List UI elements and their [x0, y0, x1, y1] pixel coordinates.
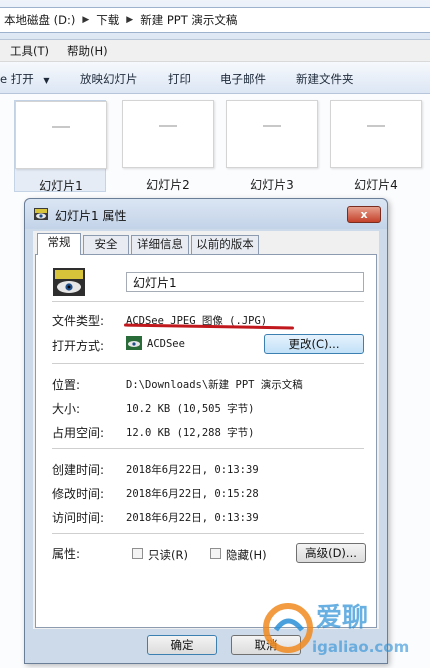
slideshow-button[interactable]: 放映幻灯片 [80, 71, 138, 87]
thumbnail-caption: 幻灯片2 [146, 178, 190, 192]
modified-label: 修改时间: [52, 487, 105, 501]
open-with-label: 打开方式: [52, 339, 105, 353]
slide-thumbnail-image [122, 100, 214, 168]
dialog-titlebar[interactable]: 幻灯片1 属性 x [25, 199, 387, 229]
acdsee-eye-icon [34, 208, 48, 220]
accessed-label: 访问时间: [52, 511, 105, 525]
email-button[interactable]: 电子邮件 [220, 71, 266, 87]
hidden-label[interactable]: 隐藏(H) [226, 547, 267, 563]
svg-text:爱聊: 爱聊 [316, 603, 368, 633]
divider [52, 533, 364, 534]
slide-thumbnail-image [330, 100, 422, 168]
disk-size-label: 占用空间: [52, 426, 105, 440]
disk-size-value: 12.0 KB (12,288 字节) [126, 427, 255, 439]
address-bar: 本地磁盘 (D:) ▶ 下载 ▶ 新建 PPT 演示文稿 [0, 0, 430, 40]
size-label: 大小: [52, 402, 81, 416]
svg-text:igaliao.com: igaliao.com [312, 638, 409, 656]
acdsee-file-icon [53, 268, 85, 296]
close-button[interactable]: x [347, 206, 381, 223]
print-button[interactable]: 打印 [168, 71, 191, 87]
accessed-value: 2018年6月22日, 0:13:39 [126, 512, 259, 524]
general-tab-panel: 文件类型: ACDSee JPEG 图像 (.JPG) 打开方式: ACDSee… [35, 254, 377, 628]
location-value: D:\Downloads\新建 PPT 演示文稿 [126, 379, 303, 391]
address-segment[interactable]: 新建 PPT 演示文稿 [140, 12, 237, 28]
divider [52, 363, 364, 364]
slide-thumbnail-image [226, 100, 318, 168]
created-label: 创建时间: [52, 463, 105, 477]
command-toolbar: e 打开 ▼ 放映幻灯片 打印 电子邮件 新建文件夹 [0, 62, 430, 94]
open-with-value: ACDSee [147, 338, 185, 350]
address-box[interactable]: 本地磁盘 (D:) ▶ 下载 ▶ 新建 PPT 演示文稿 [0, 7, 430, 33]
chevron-right-icon[interactable]: ▶ [126, 15, 133, 25]
chevron-down-icon: ▼ [43, 76, 50, 85]
divider [52, 448, 364, 449]
advanced-button[interactable]: 高级(D)... [296, 543, 366, 563]
readonly-checkbox[interactable] [132, 548, 143, 559]
tab-general[interactable]: 常规 [37, 233, 81, 255]
tab-details[interactable]: 详细信息 [131, 235, 189, 254]
thumbnail-caption: 幻灯片3 [250, 178, 294, 192]
dialog-title: 幻灯片1 属性 [55, 209, 127, 223]
thumbnail-caption: 幻灯片4 [354, 178, 398, 192]
ok-button[interactable]: 确定 [147, 635, 217, 655]
thumbnail-item[interactable]: 幻灯片4 [330, 100, 422, 192]
location-label: 位置: [52, 378, 81, 392]
thumbnail-item[interactable]: 幻灯片1 [14, 100, 107, 193]
site-watermark-logo: 爱聊 igaliao.com [263, 603, 409, 656]
chevron-right-icon[interactable]: ▶ [82, 15, 89, 25]
new-folder-button[interactable]: 新建文件夹 [296, 71, 354, 87]
open-button-label: e 打开 [0, 72, 34, 86]
address-segment[interactable]: 本地磁盘 (D:) [4, 12, 75, 28]
menu-bar: 工具(T) 帮助(H) [0, 40, 430, 62]
tab-security[interactable]: 安全 [83, 235, 129, 254]
thumbnail-item[interactable]: 幻灯片3 [226, 100, 318, 192]
change-button[interactable]: 更改(C)... [264, 334, 364, 354]
divider [52, 301, 364, 302]
created-value: 2018年6月22日, 0:13:39 [126, 464, 259, 476]
tab-previous-versions[interactable]: 以前的版本 [191, 235, 259, 254]
address-segment[interactable]: 下载 [96, 12, 119, 28]
slide-thumbnail-image [15, 101, 107, 169]
hidden-checkbox[interactable] [210, 548, 221, 559]
highlight-underline [123, 323, 295, 330]
menu-item-help[interactable]: 帮助(H) [67, 43, 108, 59]
file-name-field[interactable] [126, 272, 364, 292]
size-value: 10.2 KB (10,505 字节) [126, 403, 255, 415]
acdsee-app-icon [126, 336, 142, 350]
thumbnail-caption: 幻灯片1 [39, 179, 83, 193]
modified-value: 2018年6月22日, 0:15:28 [126, 488, 259, 500]
attributes-label: 属性: [52, 547, 81, 561]
open-button[interactable]: e 打开 ▼ [0, 71, 50, 87]
thumbnail-item[interactable]: 幻灯片2 [122, 100, 214, 192]
menu-item-tools[interactable]: 工具(T) [10, 43, 49, 59]
dialog-body: 常规 安全 详细信息 以前的版本 文件类型: ACDSee JPEG 图像 (.… [33, 231, 379, 629]
readonly-label[interactable]: 只读(R) [148, 547, 188, 563]
file-type-label: 文件类型: [52, 314, 105, 328]
